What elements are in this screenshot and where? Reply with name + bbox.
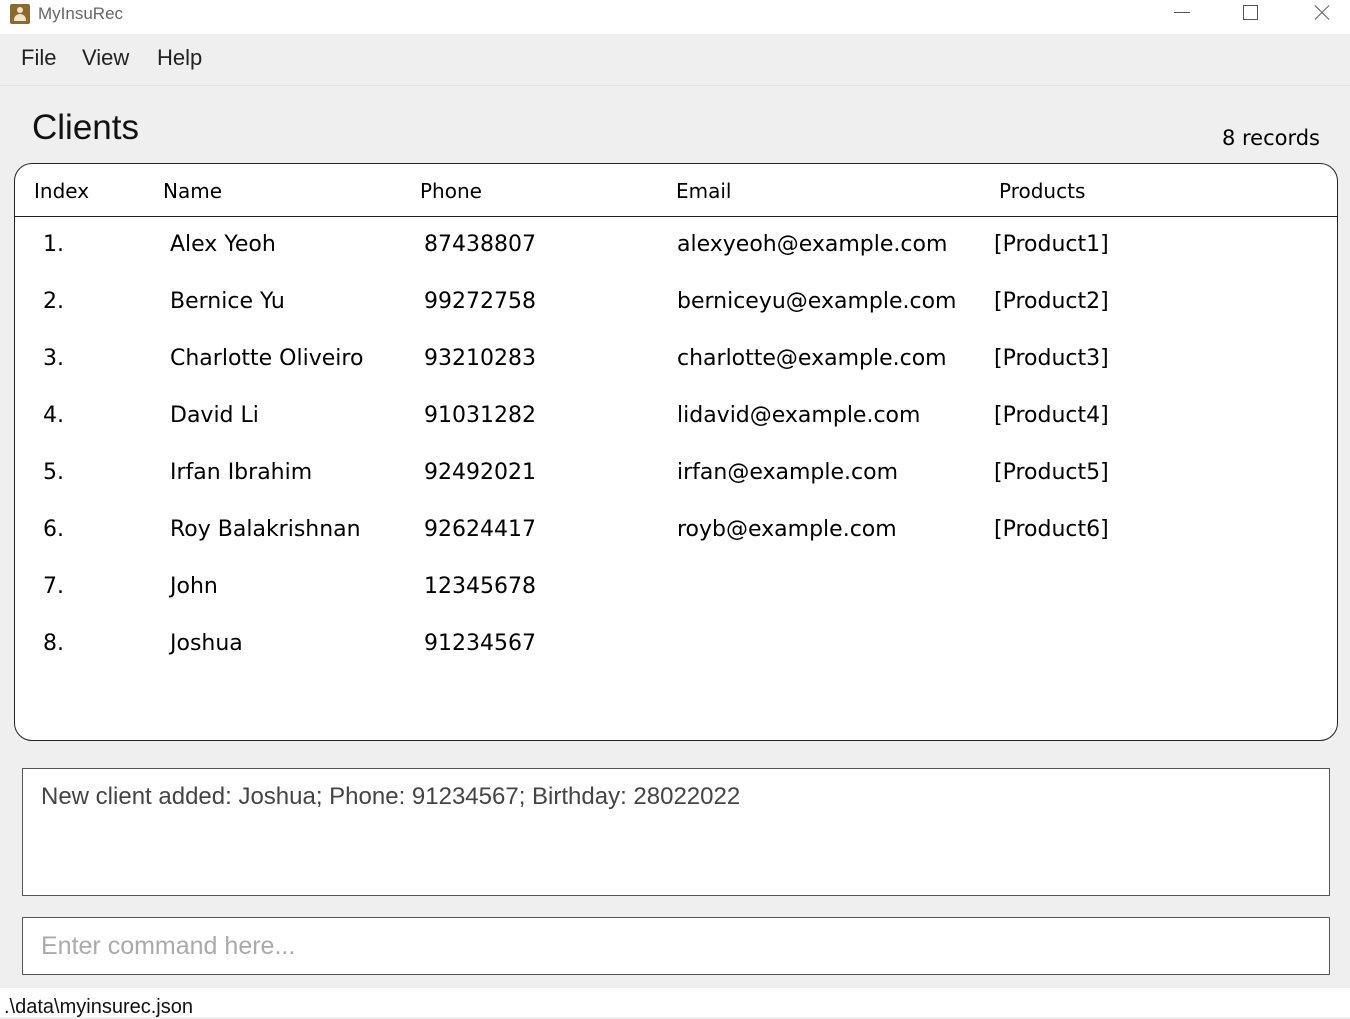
cell-phone: 91234567 bbox=[424, 631, 536, 656]
cell-index: 2. bbox=[43, 289, 64, 314]
data-file-path: .\data\myinsurec.json bbox=[4, 996, 193, 1018]
cell-name: Charlotte Oliveiro bbox=[170, 346, 364, 371]
table-row[interactable]: 2. Bernice Yu 99272758 berniceyu@example.co… bbox=[15, 289, 1337, 346]
page-title: Clients bbox=[32, 108, 139, 147]
cell-phone: 99272758 bbox=[424, 289, 536, 314]
cell-phone: 92492021 bbox=[424, 460, 536, 485]
column-header-name[interactable]: Name bbox=[163, 179, 222, 203]
table-row[interactable]: 8. Joshua 91234567 bbox=[15, 631, 1337, 688]
cell-products: [Product3] bbox=[994, 346, 1109, 371]
cell-email: irfan@example.com bbox=[677, 460, 898, 485]
cell-index: 7. bbox=[43, 574, 64, 599]
table-row[interactable]: 4. David Li 91031282 lidavid@example.com [Pr… bbox=[15, 403, 1337, 460]
cell-name: Irfan Ibrahim bbox=[170, 460, 313, 485]
table-row[interactable]: 5. Irfan Ibrahim 92492021 irfan@example.com… bbox=[15, 460, 1337, 517]
cell-name: Alex Yeoh bbox=[170, 232, 276, 257]
column-header-phone[interactable]: Phone bbox=[420, 179, 482, 203]
record-count: 8 records bbox=[1221, 126, 1320, 150]
cell-name: Bernice Yu bbox=[170, 289, 285, 314]
menu-help[interactable]: Help bbox=[157, 45, 202, 71]
clients-table: Index Name Phone Email Products 1. Alex Y… bbox=[14, 163, 1338, 741]
cell-phone: 93210283 bbox=[424, 346, 536, 371]
cell-name: Roy Balakrishnan bbox=[170, 517, 361, 542]
result-message: New client added: Joshua; Phone: 9123456… bbox=[41, 783, 741, 810]
cell-email: charlotte@example.com bbox=[677, 346, 947, 371]
cell-phone: 87438807 bbox=[424, 232, 536, 257]
cell-phone: 91031282 bbox=[424, 403, 536, 428]
column-header-email[interactable]: Email bbox=[676, 179, 732, 203]
status-bar: .\data\myinsurec.json bbox=[0, 988, 1350, 1018]
command-input[interactable] bbox=[22, 917, 1330, 975]
cell-index: 3. bbox=[43, 346, 64, 371]
cell-email: royb@example.com bbox=[677, 517, 897, 542]
cell-name: Joshua bbox=[170, 631, 243, 656]
maximize-button[interactable] bbox=[1220, 0, 1280, 30]
table-header: Index Name Phone Email Products bbox=[15, 164, 1337, 217]
cell-email: lidavid@example.com bbox=[677, 403, 921, 428]
result-display: New client added: Joshua; Phone: 9123456… bbox=[22, 768, 1330, 896]
cell-email: berniceyu@example.com bbox=[677, 289, 957, 314]
cell-index: 6. bbox=[43, 517, 64, 542]
cell-phone: 12345678 bbox=[424, 574, 536, 599]
table-row[interactable]: 7. John 12345678 bbox=[15, 574, 1337, 631]
minimize-button[interactable] bbox=[1152, 0, 1212, 30]
menu-file[interactable]: File bbox=[21, 45, 56, 71]
table-row[interactable]: 6. Roy Balakrishnan 92624417 royb@example.c… bbox=[15, 517, 1337, 574]
table-row[interactable]: 3. Charlotte Oliveiro 93210283 charlotte@ex… bbox=[15, 346, 1337, 403]
column-header-index[interactable]: Index bbox=[34, 179, 89, 203]
cell-index: 5. bbox=[43, 460, 64, 485]
window-title: MyInsuRec bbox=[38, 4, 124, 23]
cell-name: John bbox=[170, 574, 218, 599]
cell-index: 4. bbox=[43, 403, 64, 428]
cell-name: David Li bbox=[170, 403, 259, 428]
column-header-products[interactable]: Products bbox=[999, 179, 1085, 203]
cell-email: alexyeoh@example.com bbox=[677, 232, 948, 257]
cell-index: 8. bbox=[43, 631, 64, 656]
cell-products: [Product5] bbox=[994, 460, 1109, 485]
cell-products: [Product1] bbox=[994, 232, 1109, 257]
menu-view[interactable]: View bbox=[82, 45, 129, 71]
title-bar: MyInsuRec bbox=[0, 0, 1350, 34]
cell-products: [Product4] bbox=[994, 403, 1109, 428]
table-row[interactable]: 1. Alex Yeoh 87438807 alexyeoh@example.com [… bbox=[15, 232, 1337, 289]
menu-bar: File View Help bbox=[0, 35, 1350, 86]
contact-book-icon bbox=[10, 4, 30, 24]
cell-products: [Product2] bbox=[994, 289, 1109, 314]
cell-index: 1. bbox=[43, 232, 64, 257]
cell-products: [Product6] bbox=[994, 517, 1109, 542]
cell-phone: 92624417 bbox=[424, 517, 536, 542]
close-button[interactable] bbox=[1290, 0, 1350, 30]
